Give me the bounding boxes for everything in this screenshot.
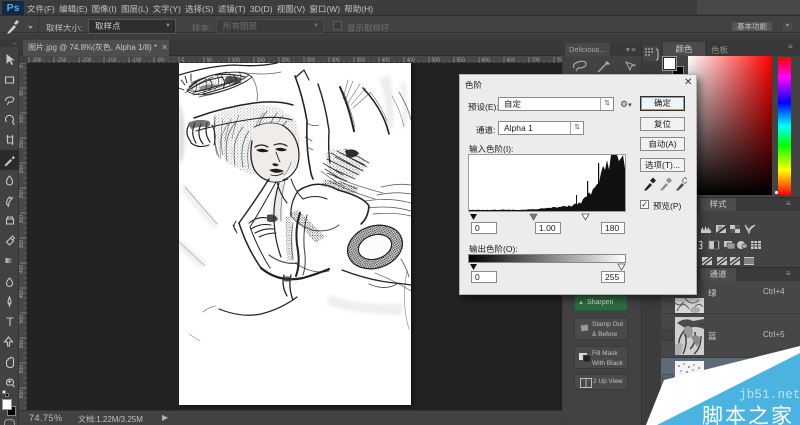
svg-text:600: 600 [19,365,25,374]
svg-text:-50: -50 [157,58,164,64]
svg-text:0: 0 [182,58,185,64]
svg-text:0: 0 [19,65,25,68]
svg-text:750: 750 [557,58,563,64]
svg-text:-150: -150 [107,58,117,64]
svg-text:300: 300 [332,58,341,64]
svg-text:50: 50 [19,90,25,96]
svg-text:350: 350 [19,240,25,249]
svg-text:150: 150 [257,58,266,64]
svg-text:-300: -300 [32,58,42,64]
svg-text:-200: -200 [82,58,92,64]
svg-text:450: 450 [407,58,416,64]
svg-text:500: 500 [432,58,441,64]
svg-text:250: 250 [307,58,316,64]
svg-text:650: 650 [19,390,25,399]
svg-text:400: 400 [19,265,25,274]
svg-text:400: 400 [382,58,391,64]
svg-text:250: 250 [19,190,25,199]
svg-text:550: 550 [19,340,25,349]
svg-text:450: 450 [19,290,25,299]
svg-text:200: 200 [282,58,291,64]
svg-text:100: 100 [19,115,25,124]
svg-text:-250: -250 [57,58,67,64]
svg-text:300: 300 [19,215,25,224]
svg-text:350: 350 [357,58,366,64]
svg-text:500: 500 [19,315,25,324]
svg-text:550: 550 [457,58,466,64]
svg-text:200: 200 [19,165,25,174]
svg-text:600: 600 [482,58,491,64]
svg-text:100: 100 [232,58,241,64]
svg-text:-100: -100 [132,58,142,64]
svg-text:50: 50 [207,58,213,64]
svg-text:650: 650 [507,58,516,64]
svg-text:700: 700 [532,58,541,64]
svg-text:150: 150 [19,140,25,149]
